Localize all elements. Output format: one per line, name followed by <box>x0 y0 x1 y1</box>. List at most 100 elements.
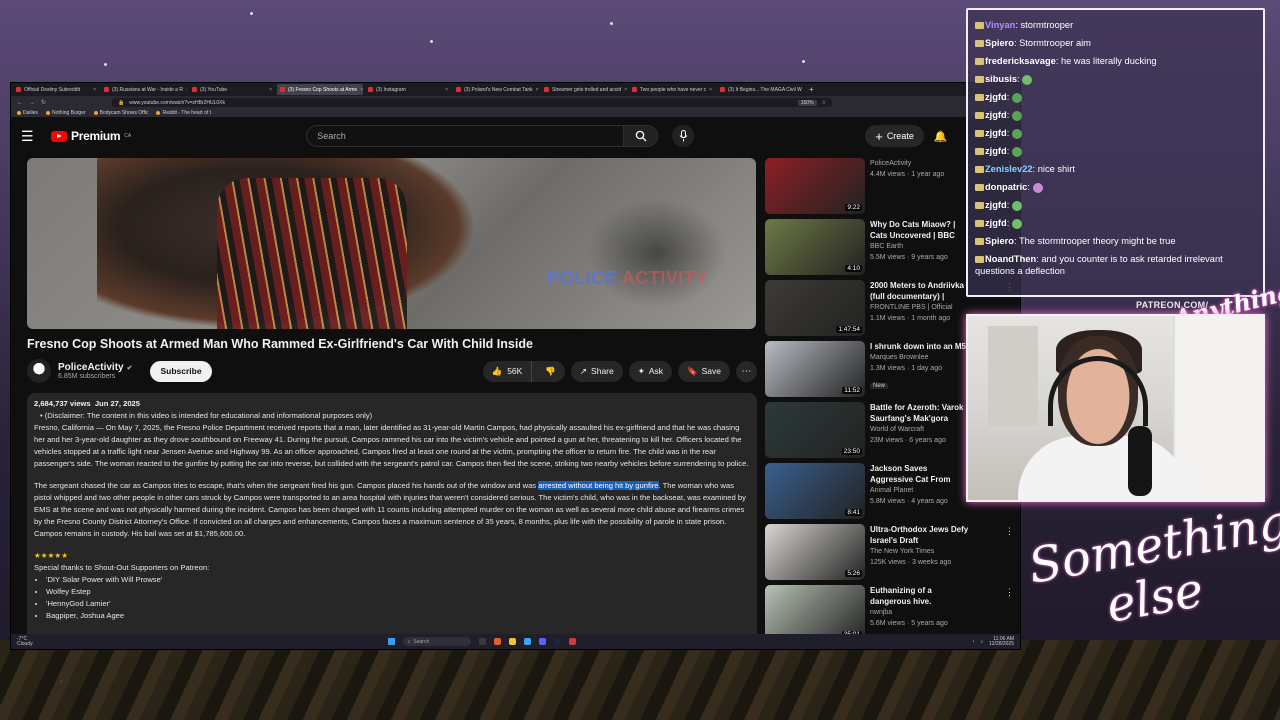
chat-username[interactable]: sibusis <box>985 74 1017 84</box>
video-thumbnail[interactable]: 1:47:54 <box>765 280 865 336</box>
video-player[interactable]: POLICE ACTIVITY <box>27 158 756 329</box>
subscribe-button[interactable]: Subscribe <box>150 360 212 382</box>
volume-icon[interactable]: ♪ <box>980 639 983 645</box>
chat-username[interactable]: zjgfd <box>985 200 1007 210</box>
share-button[interactable]: ↗ Share <box>570 360 623 382</box>
tab-close-icon[interactable]: × <box>445 87 448 93</box>
tab-close-icon[interactable]: × <box>93 87 96 93</box>
more-options-icon[interactable]: ⋮ <box>1005 587 1014 598</box>
bookmark-item[interactable]: Reddit - The heart of t <box>156 110 211 116</box>
video-thumbnail[interactable]: 9:22 <box>765 158 865 214</box>
recommended-video[interactable]: 5:26 Ultra-Orthodox Jews Defy Israel's Dr… <box>765 524 1020 585</box>
star-icon[interactable]: ☆ <box>822 100 826 106</box>
video-thumbnail[interactable]: 23:50 <box>765 402 865 458</box>
weather-widget[interactable]: -7°C Cloudy <box>17 636 33 647</box>
voice-search-button[interactable] <box>672 125 695 147</box>
video-title[interactable]: Why Do Cats Miaow? | Cats Uncovered | BB… <box>870 219 970 241</box>
chat-username[interactable]: zjgfd <box>985 146 1007 156</box>
video-thumbnail[interactable]: 8:41 <box>765 463 865 519</box>
bookmark-item[interactable]: Bodycam Shows Offic <box>93 110 148 116</box>
video-channel[interactable]: Animal Planet <box>870 485 970 496</box>
menu-icon[interactable]: ☰ <box>21 128 43 145</box>
steam-icon[interactable] <box>553 638 561 645</box>
video-thumbnail[interactable]: 5:26 <box>765 524 865 580</box>
dislike-button[interactable]: 👎 <box>536 366 565 377</box>
notifications-bell-icon[interactable]: 🔔 <box>934 130 948 143</box>
video-channel[interactable]: Marques Brownlee <box>870 352 970 363</box>
forward-icon[interactable]: → <box>29 100 35 106</box>
video-title[interactable]: I shrunk down into an M5 <box>870 341 970 352</box>
chat-badge-icon <box>975 112 984 120</box>
video-description[interactable]: 2,684,737 views Jun 27, 2025 • (Disclaim… <box>27 393 757 649</box>
search-input[interactable]: Search <box>306 125 625 147</box>
chat-username[interactable]: Vinyan <box>985 20 1015 30</box>
youtube-premium-logo[interactable]: Premium CA <box>51 129 131 143</box>
chat-username[interactable]: NoandThen <box>985 254 1036 264</box>
channel-avatar[interactable] <box>27 359 51 383</box>
like-button[interactable]: 👍 56K <box>483 360 533 382</box>
search-button[interactable] <box>624 125 659 147</box>
tab-close-icon[interactable]: × <box>536 87 539 93</box>
browser-tab[interactable]: (3) Fresno Cop Shoots at Arme × <box>277 84 363 95</box>
video-title[interactable]: Battle for Azeroth: Varok Saurfang's Mak… <box>870 402 970 424</box>
browser-tab[interactable]: Streamer gets trolled and accid × <box>541 84 627 95</box>
browser-tab[interactable]: (3) YouTube × <box>189 84 275 95</box>
address-field[interactable]: 🔒 www.youtube.com/watch?v=zHBr2HUL0Xk 15… <box>112 98 833 107</box>
wifi-icon[interactable]: ◔ <box>971 639 974 645</box>
browser-tab[interactable]: (3) It Begins... The MAGA Civil W× <box>717 84 803 95</box>
reload-icon[interactable]: ↻ <box>41 99 46 106</box>
video-channel[interactable]: nwnjba <box>870 607 970 618</box>
new-tab-button[interactable]: + <box>805 85 818 94</box>
browser-tab[interactable]: Official Destiny Subreddit × <box>13 84 99 95</box>
video-thumbnail[interactable]: 4:10 <box>765 219 865 275</box>
ask-button[interactable]: ✦ Ask <box>628 360 673 382</box>
browser-tab[interactable]: (3) Russians at War - Inside a R× <box>101 84 187 95</box>
video-title[interactable]: Ultra-Orthodox Jews Defy Israel's Draft <box>870 524 970 546</box>
browser-tab[interactable]: Two people who have never c × <box>629 84 715 95</box>
app-icon[interactable] <box>523 638 531 645</box>
browser-tab[interactable]: (3) Poland's New Combat Tank × <box>453 84 539 95</box>
chat-username[interactable]: Spiero <box>985 38 1014 48</box>
chat-username[interactable]: zjgfd <box>985 110 1007 120</box>
tab-close-icon[interactable]: × <box>709 87 712 93</box>
video-title[interactable]: Jackson Saves Aggressive Cat From Being … <box>870 463 970 485</box>
firefox-icon[interactable] <box>493 638 501 645</box>
save-button[interactable]: 🔖 Save <box>678 360 730 382</box>
chat-username[interactable]: zjgfd <box>985 128 1007 138</box>
chat-username[interactable]: Spiero <box>985 236 1014 246</box>
browser-tab[interactable]: (3) Instagram × <box>365 84 451 95</box>
video-channel[interactable]: PoliceActivity <box>870 158 970 169</box>
video-channel[interactable]: BBC Earth <box>870 241 970 252</box>
video-channel[interactable]: The New York Times <box>870 546 970 557</box>
video-thumbnail[interactable]: 11:52 <box>765 341 865 397</box>
task-view-icon[interactable] <box>478 638 486 645</box>
system-clock[interactable]: 11:06 AM 12/28/2025 <box>989 636 1014 647</box>
video-channel[interactable]: World of Warcraft <box>870 424 970 435</box>
zoom-level[interactable]: 150% <box>797 99 817 106</box>
chat-username[interactable]: zjgfd <box>985 92 1007 102</box>
create-button[interactable]: + Create <box>865 125 924 147</box>
more-options-icon[interactable]: ⋮ <box>1005 526 1014 537</box>
bookmark-item[interactable]: Nothing Burger <box>46 110 86 116</box>
file-explorer-icon[interactable] <box>508 638 516 645</box>
channel-name[interactable]: PoliceActivity ✔ <box>58 362 132 373</box>
video-title[interactable]: 2000 Meters to Andriivka (full documenta… <box>870 280 970 302</box>
taskbar-search[interactable]: ⌕ Search <box>402 637 471 646</box>
back-icon[interactable]: ← <box>17 100 23 106</box>
tab-close-icon[interactable]: × <box>624 87 627 93</box>
chat-username[interactable]: zjgfd <box>985 218 1007 228</box>
video-title[interactable]: Euthanizing of a dangerous hive. <box>870 585 970 607</box>
tab-close-icon[interactable]: × <box>360 87 363 93</box>
windows-start-icon[interactable] <box>387 638 395 645</box>
tab-close-icon[interactable]: × <box>186 87 187 93</box>
video-channel[interactable]: FRONTLINE PBS | Official <box>870 302 970 313</box>
bookmark-item[interactable]: Dailies <box>17 110 38 116</box>
chat-username[interactable]: donpatric <box>985 182 1027 192</box>
discord-icon[interactable] <box>538 638 546 645</box>
more-actions-button[interactable]: ⋯ <box>736 360 757 382</box>
video-thumbnail[interactable]: 35:01 <box>765 585 865 641</box>
chat-username[interactable]: Zenislev22 <box>985 164 1033 174</box>
tab-close-icon[interactable]: × <box>269 87 272 93</box>
chat-username[interactable]: fredericksavage <box>985 56 1056 66</box>
app-icon[interactable] <box>568 638 576 645</box>
